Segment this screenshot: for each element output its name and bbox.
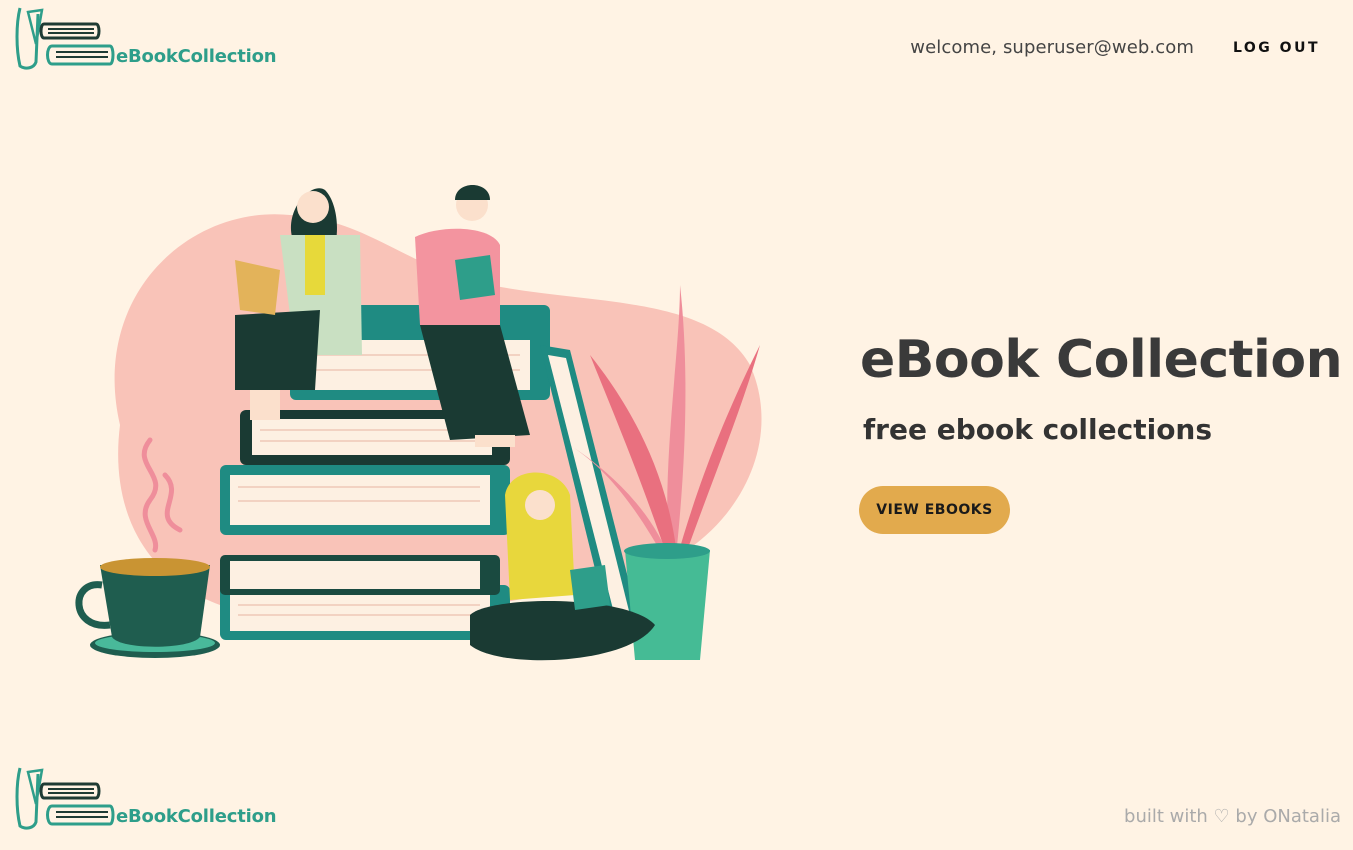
welcome-message: welcome, superuser@web.com [910,37,1194,58]
footer-credit: built with ♡ by ONatalia [1124,806,1341,827]
footer-logo[interactable]: eBookCollection [14,764,277,830]
header-logo[interactable]: eBookCollection [14,4,277,70]
coffee-cup-icon [75,558,220,658]
logo-text: eBookCollection [116,46,277,67]
logout-link[interactable]: LOG OUT [1233,40,1320,56]
books-logo-icon [15,767,115,830]
hero-subtitle: free ebook collections [863,413,1213,446]
books-logo-icon [15,7,115,70]
view-ebooks-button[interactable]: VIEW EBOOKS [859,486,1010,534]
hero-title: eBook Collection [860,330,1343,390]
hero-illustration [75,185,762,661]
logo-text: eBookCollection [116,806,277,827]
